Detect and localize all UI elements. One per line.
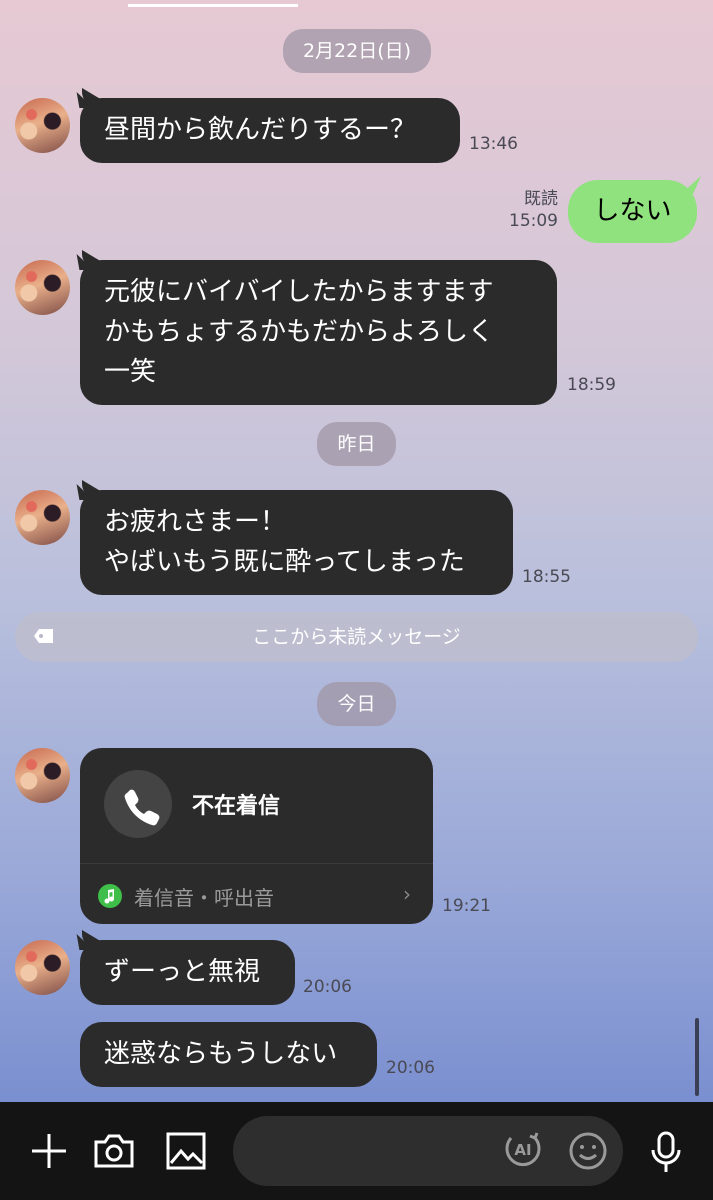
chat-area[interactable]: 2月22日(日) 昼間から飲んだりするー？ 13:46 既読 15:09 しない… [0,0,713,1102]
message-bubble[interactable]: ずーっと無視 [80,940,295,1005]
ai-button[interactable]: AI [503,1130,543,1170]
missed-call-title: 不在着信 [192,794,281,819]
avatar[interactable] [15,490,70,545]
message-time: 20:06 [303,977,352,997]
message-input[interactable] [233,1116,623,1186]
message-time: 18:55 [522,567,571,587]
tag-icon [34,629,53,643]
unread-divider-label: ここから未読メッセージ [252,626,461,648]
chevron-right-icon[interactable]: › [403,882,411,906]
unread-messages-divider: ここから未読メッセージ [15,612,698,662]
phone-icon [124,789,160,826]
avatar[interactable] [15,940,70,995]
message-bubble[interactable]: 昼間から飲んだりするー？ [80,98,460,163]
avatar[interactable] [15,748,70,803]
read-label: 既読 [524,189,558,209]
date-separator-yesterday: 昨日 [317,422,396,466]
message-bubble[interactable]: お疲れさまー！ やばいもう既に酔ってしまった [80,490,513,595]
message-bubble[interactable]: 元彼にバイバイしたからますます かもちょするかもだからよろしく 一笑 [80,260,557,405]
date-separator-feb22: 2月22日(日) [283,29,431,73]
message-time: 20:06 [386,1058,435,1078]
message-time: 13:46 [469,134,518,154]
phone-icon-container [104,770,172,838]
divider [80,863,433,864]
ai-label: AI [514,1141,532,1159]
message-time: 18:59 [567,375,616,395]
plus-icon[interactable] [28,1130,70,1172]
message-time: 19:21 [442,896,491,916]
date-separator-today: 今日 [317,682,396,726]
avatar[interactable] [15,260,70,315]
outgoing-message-bubble[interactable]: しない [568,180,697,243]
message-time: 15:09 [509,211,558,231]
microphone-icon[interactable] [646,1130,686,1174]
message-bubble[interactable]: 迷惑ならもうしない [80,1022,377,1087]
camera-icon[interactable] [92,1130,136,1172]
emoji-icon[interactable] [567,1130,609,1172]
scrollbar[interactable] [695,1018,699,1096]
missed-call-card[interactable]: 不在着信 着信音・呼出音 › [80,748,433,924]
avatar[interactable] [15,98,70,153]
top-clipped-element [128,0,298,7]
ringtone-link[interactable]: 着信音・呼出音 [134,882,274,911]
music-note-icon [98,884,122,908]
read-status: 既読 15:09 [509,188,558,232]
image-icon[interactable] [165,1130,207,1172]
